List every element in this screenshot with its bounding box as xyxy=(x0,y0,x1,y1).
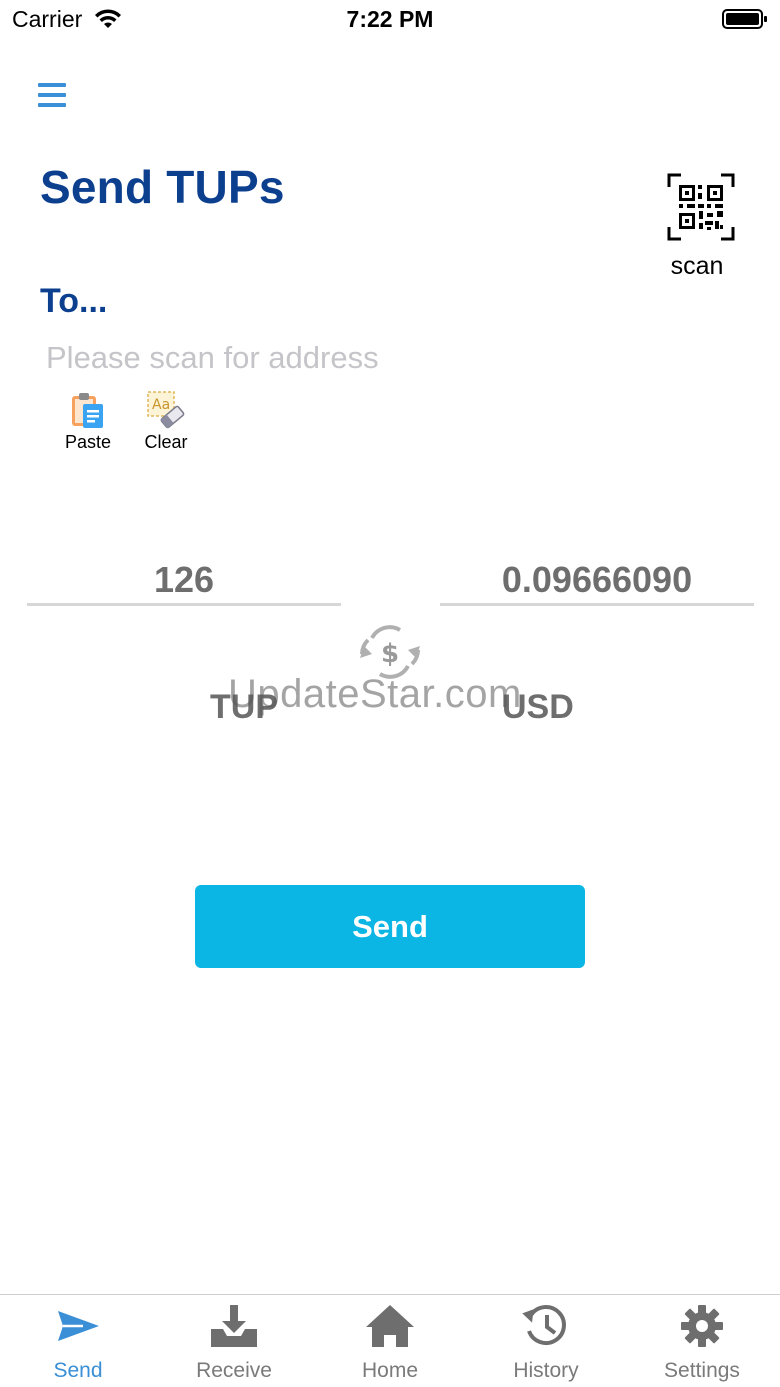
hamburger-menu-button[interactable] xyxy=(36,80,68,110)
usd-amount-field[interactable] xyxy=(440,558,754,608)
qr-code-icon xyxy=(667,173,735,241)
tab-home[interactable]: Home xyxy=(312,1295,468,1387)
tab-settings-label: Settings xyxy=(664,1359,740,1382)
svg-text:$: $ xyxy=(381,639,399,669)
tab-receive[interactable]: Receive xyxy=(156,1295,312,1387)
status-bar: Carrier 7:22 PM xyxy=(0,0,780,40)
tab-history[interactable]: History xyxy=(468,1295,624,1387)
clear-button[interactable]: Aa Clear xyxy=(128,390,198,460)
clear-label: Clear xyxy=(144,432,188,452)
tab-bar: Send Receive Home History Settings xyxy=(0,1294,780,1387)
clipboard-paste-icon xyxy=(72,393,103,428)
paper-plane-icon xyxy=(58,1311,99,1341)
tab-send[interactable]: Send xyxy=(0,1295,156,1387)
tab-settings[interactable]: Settings xyxy=(624,1295,780,1387)
history-clock-icon xyxy=(522,1305,566,1345)
send-button[interactable]: Send xyxy=(195,885,585,968)
usd-amount-input[interactable] xyxy=(440,558,754,602)
scan-label: scan xyxy=(670,252,724,280)
scan-button[interactable]: scan xyxy=(660,170,740,285)
clock: 7:22 PM xyxy=(346,6,434,32)
tup-amount-input[interactable] xyxy=(27,558,341,602)
recipient-label: To... xyxy=(40,282,108,320)
tup-amount-field[interactable] xyxy=(27,558,341,608)
menu-line-icon xyxy=(38,103,66,107)
paste-button[interactable]: Paste xyxy=(50,390,120,460)
menu-line-icon xyxy=(38,93,66,97)
tab-send-label: Send xyxy=(53,1359,103,1382)
usd-amount-underline xyxy=(440,603,754,606)
gear-icon xyxy=(681,1305,723,1347)
tab-receive-label: Receive xyxy=(196,1359,272,1382)
tab-home-label: Home xyxy=(361,1359,419,1382)
paste-label: Paste xyxy=(64,432,112,452)
battery-icon xyxy=(722,9,767,29)
page-title: Send TUPs xyxy=(40,161,285,213)
tab-history-label: History xyxy=(513,1359,579,1382)
address-input[interactable] xyxy=(46,336,726,380)
tup-amount-underline xyxy=(27,603,341,606)
watermark-text: UpdateStar.com xyxy=(228,672,522,716)
download-tray-icon xyxy=(211,1305,257,1347)
house-icon xyxy=(366,1305,414,1347)
menu-line-icon xyxy=(38,83,66,87)
svg-text:Aa: Aa xyxy=(152,397,170,413)
eraser-clear-icon: Aa xyxy=(147,391,185,429)
